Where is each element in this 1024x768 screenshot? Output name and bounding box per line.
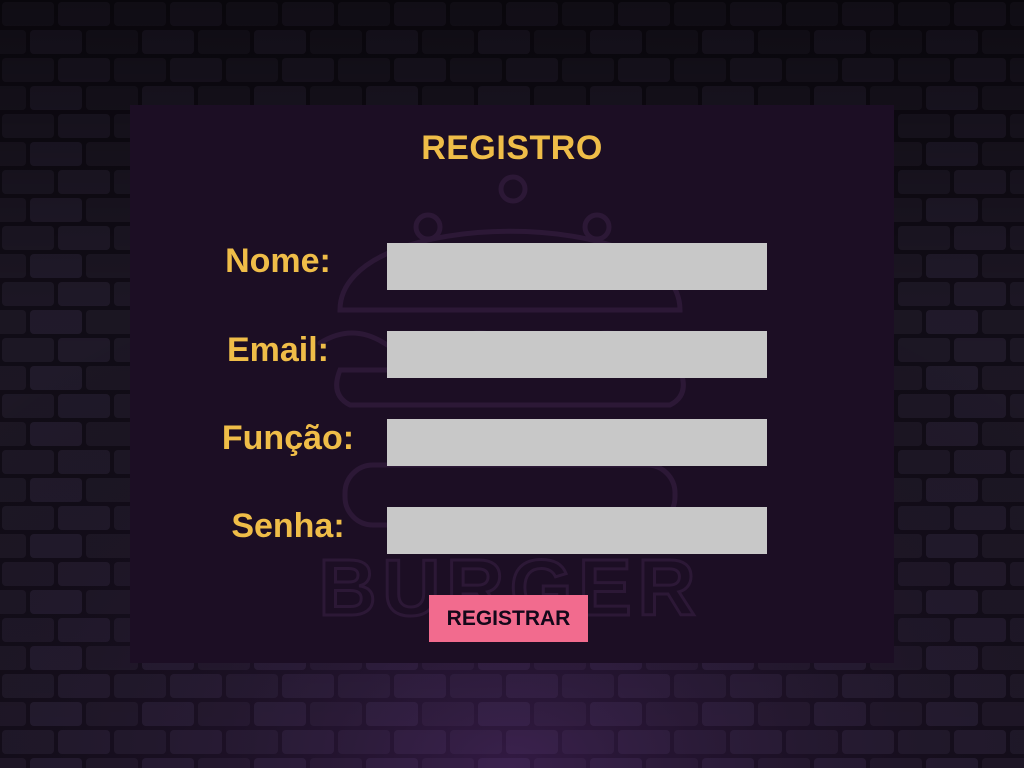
password-label: Senha:: [231, 507, 345, 545]
role-field[interactable]: [387, 419, 767, 466]
page-title: REGISTRO: [421, 129, 603, 167]
role-label: Função:: [221, 419, 355, 457]
register-panel: BURGER REGISTRO Nome: Email: Função: Sen…: [130, 105, 894, 663]
register-button[interactable]: REGISTRAR: [429, 595, 588, 642]
name-field[interactable]: [387, 243, 767, 290]
email-field[interactable]: [387, 331, 767, 378]
name-label: Nome:: [225, 242, 331, 280]
email-label: Email:: [226, 331, 330, 369]
password-field[interactable]: [387, 507, 767, 554]
